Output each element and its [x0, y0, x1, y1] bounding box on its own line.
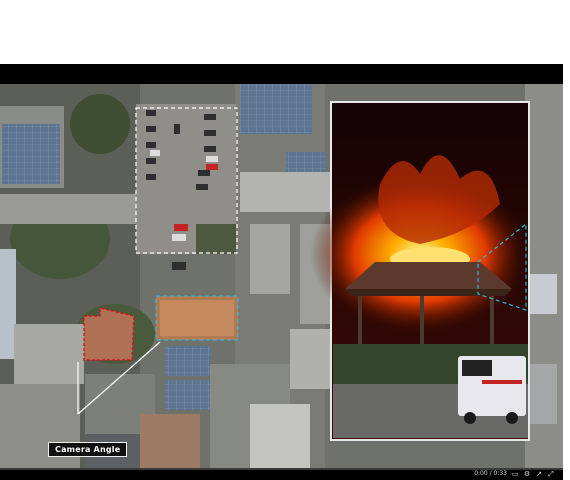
- captions-icon[interactable]: ▭: [511, 470, 519, 478]
- ambulance: [458, 356, 526, 424]
- external-open-icon[interactable]: ↗: [535, 470, 543, 478]
- video-player[interactable]: Camera Angle 0:00 / 0:33 ▭ ⚙ ↗ ⤢: [0, 64, 563, 480]
- player-top-bar: [0, 64, 563, 84]
- camera-angle-label: Camera Angle: [48, 442, 128, 457]
- settings-icon[interactable]: ⚙: [523, 470, 531, 478]
- time-readout: 0:00 / 0:33: [474, 470, 507, 477]
- player-controls: 0:00 / 0:33 ▭ ⚙ ↗ ⤢: [0, 468, 563, 480]
- fire-inset-panel: [310, 101, 530, 441]
- aerial-scene: [0, 84, 563, 468]
- fullscreen-icon[interactable]: ⤢: [547, 470, 555, 478]
- video-frame[interactable]: Camera Angle: [0, 84, 563, 468]
